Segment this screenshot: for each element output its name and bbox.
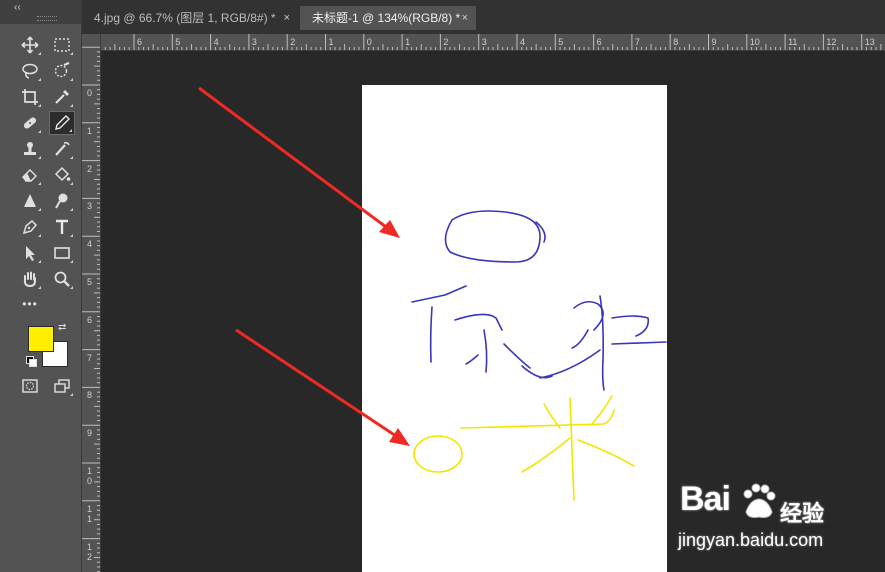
blur-tool-icon[interactable] [17, 189, 43, 213]
ruler-label: 4 [87, 239, 93, 250]
ruler-label: 2 [87, 163, 93, 174]
zoom-tool-icon[interactable] [49, 267, 75, 291]
ruler-label: 10 [749, 37, 760, 47]
dodge-tool-icon[interactable] [49, 189, 75, 213]
ruler-label: 2 [290, 37, 296, 47]
ruler-label: 8 [673, 37, 679, 47]
horizontal-ruler[interactable]: 6 5 4 3 2 1 0 1 2 3 4 5 6 7 8 9 10 11 12 13 [100, 34, 885, 51]
ruler-label: 1 [405, 37, 411, 47]
ruler-label: 0 [87, 476, 93, 486]
ruler-label: 12 [826, 37, 837, 47]
ruler-label: 13 [864, 37, 875, 47]
panel-grip[interactable] [37, 16, 57, 21]
ruler-label: 9 [711, 37, 717, 47]
clone-stamp-tool-icon[interactable] [17, 137, 43, 161]
ruler-label: 6 [596, 37, 602, 47]
watermark-jingyan: 经验 [780, 501, 825, 526]
ruler-label: 2 [443, 37, 449, 47]
ruler-label: 0 [366, 37, 372, 47]
ruler-label: 0 [87, 88, 93, 98]
ruler-label: 5 [558, 37, 564, 47]
marquee-tool-icon[interactable] [49, 33, 75, 57]
foreground-color-swatch[interactable] [28, 326, 54, 352]
ruler-label: 1 [87, 541, 93, 552]
path-select-tool-icon[interactable] [17, 241, 43, 265]
history-brush-tool-icon[interactable] [49, 137, 75, 161]
ruler-label: 8 [87, 390, 93, 401]
paw-logo-icon [743, 483, 776, 518]
rectangle-tool-icon[interactable] [49, 241, 75, 265]
screen-mode-icon[interactable] [49, 374, 75, 398]
ruler-label: 4 [520, 37, 526, 47]
more-tools-icon[interactable]: ••• [17, 292, 43, 316]
eyedropper-tool-icon[interactable] [49, 85, 75, 109]
ruler-label: 6 [137, 37, 143, 47]
hand-tool-icon[interactable] [17, 267, 43, 291]
ruler-label: 1 [87, 125, 93, 136]
ruler-label: 9 [87, 428, 93, 439]
tab-untitled-1[interactable]: 未标题-1 @ 134%(RGB/8) * × [300, 6, 476, 30]
ruler-label: 3 [481, 37, 487, 47]
move-tool-icon[interactable] [17, 33, 43, 57]
healing-brush-tool-icon[interactable] [17, 111, 43, 135]
ruler-label: 6 [87, 314, 93, 325]
document-tab-bar: 4.jpg @ 66.7% (图层 1, RGB/8#) * × 未标题-1 @… [82, 0, 885, 34]
ruler-label: 3 [87, 201, 93, 212]
lasso-tool-icon[interactable] [17, 59, 43, 83]
ruler-label: 7 [634, 37, 640, 47]
ruler-label: 1 [328, 37, 334, 47]
ruler-label: 11 [788, 37, 798, 47]
watermark-url: jingyan.baidu.com [678, 530, 824, 550]
ruler-label: 1 [87, 503, 93, 514]
tab-4-jpg[interactable]: 4.jpg @ 66.7% (图层 1, RGB/8#) * × [82, 6, 298, 30]
tools-panel-header: ‹‹ [0, 0, 81, 24]
ruler-label: 3 [251, 37, 257, 47]
vertical-ruler-ticks [82, 46, 100, 572]
eraser-tool-icon[interactable] [17, 163, 43, 187]
quick-mask-icon[interactable] [17, 374, 43, 398]
quick-select-tool-icon[interactable] [49, 59, 75, 83]
vertical-ruler[interactable]: 0123456789101112 [82, 34, 101, 572]
tools-panel: ‹‹ ••• ⇄ [0, 0, 82, 572]
pen-tool-icon[interactable] [17, 215, 43, 239]
default-colors-icon[interactable] [26, 356, 37, 367]
brush-tool-icon[interactable] [49, 111, 75, 135]
ruler-label: 2 [87, 551, 93, 562]
close-icon[interactable]: × [284, 6, 290, 30]
tab-title: 4.jpg @ 66.7% (图层 1, RGB/8#) * [94, 11, 276, 25]
collapse-panel-icon[interactable]: ‹‹ [14, 2, 21, 14]
type-tool-icon[interactable] [49, 215, 75, 239]
ruler-label: 1 [87, 513, 93, 524]
tab-title: 未标题-1 @ 134%(RGB/8) * [312, 11, 461, 25]
baidu-jingyan-watermark: Bai 经验 jingyan.baidu.com [676, 478, 866, 558]
ruler-label: 5 [175, 37, 181, 47]
swap-colors-icon[interactable]: ⇄ [58, 322, 66, 333]
ruler-label: 4 [213, 37, 219, 47]
ruler-label: 7 [87, 352, 93, 363]
crop-tool-icon[interactable] [17, 85, 43, 109]
watermark-brand: Bai [680, 480, 731, 518]
close-icon[interactable]: × [462, 6, 468, 30]
ruler-label: 1 [87, 466, 93, 476]
paint-bucket-tool-icon[interactable] [49, 163, 75, 187]
document-canvas[interactable] [362, 85, 667, 572]
ruler-label: 5 [87, 277, 93, 287]
